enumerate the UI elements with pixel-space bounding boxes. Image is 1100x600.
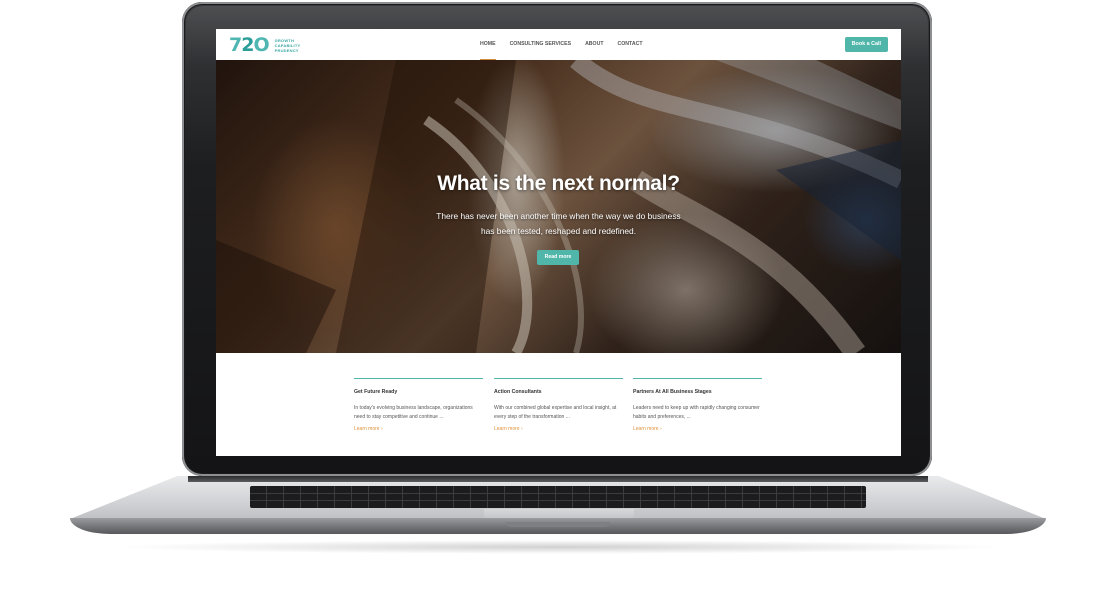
book-a-call-button[interactable]: Book a Call: [844, 37, 888, 52]
laptop-keyboard: [250, 486, 866, 508]
site-logo[interactable]: 72O GROWTH CAPABILITY PRUDENCY: [229, 35, 300, 55]
feature-title: Action Consultants: [494, 389, 542, 395]
hero-overlay: [216, 60, 901, 353]
learn-more-link[interactable]: Learn more ›: [354, 426, 483, 432]
nav-item-consulting-services[interactable]: CONSULTING SERVICES: [510, 29, 572, 60]
features-section: Get Future Ready In today's evolving bus…: [216, 353, 901, 456]
feature-divider: [354, 378, 483, 379]
logo-tagline: GROWTH CAPABILITY PRUDENCY: [275, 38, 301, 53]
read-more-button[interactable]: Read more: [537, 250, 579, 265]
feature-card: Action Consultants With our combined glo…: [494, 378, 623, 432]
hero-section: What is the next normal? There has never…: [216, 60, 901, 353]
site-header: 72O GROWTH CAPABILITY PRUDENCY HOME CONS…: [216, 29, 901, 60]
hero-title: What is the next normal?: [437, 172, 680, 195]
laptop-screen: 72O GROWTH CAPABILITY PRUDENCY HOME CONS…: [216, 29, 901, 456]
nav-item-home[interactable]: HOME: [480, 29, 496, 60]
feature-card: Get Future Ready In today's evolving bus…: [354, 378, 483, 432]
nav-item-about[interactable]: ABOUT: [585, 29, 603, 60]
laptop-shadow: [110, 540, 1010, 554]
feature-divider: [494, 378, 623, 379]
feature-title: Partners At All Business Stages: [633, 389, 712, 395]
hero-subtitle-line-2: has been tested, reshaped and redefined.: [480, 226, 637, 236]
learn-more-link[interactable]: Learn more ›: [494, 426, 623, 432]
logo-mark: 72O: [229, 34, 270, 56]
laptop-base: [70, 476, 1046, 540]
hero-subtitle-line-1: There has never been another time when t…: [436, 211, 681, 221]
feature-text: In today's evolving business landscape, …: [354, 405, 473, 420]
learn-more-link[interactable]: Learn more ›: [633, 426, 762, 432]
laptop-lid-notch: [506, 522, 610, 527]
main-nav: HOME CONSULTING SERVICES ABOUT CONTACT: [480, 29, 657, 60]
feature-divider: [633, 378, 762, 379]
feature-title: Get Future Ready: [354, 389, 398, 395]
feature-card: Partners At All Business Stages Leaders …: [633, 378, 762, 432]
logo-line-prudency: PRUDENCY: [274, 47, 299, 53]
feature-text: Leaders need to keep up with rapidly cha…: [633, 405, 760, 420]
nav-item-contact[interactable]: CONTACT: [618, 29, 643, 60]
hero-subtitle: There has never been another time when t…: [416, 209, 701, 239]
feature-text: With our combined global expertise and l…: [494, 405, 617, 420]
laptop-hinge: [188, 476, 928, 482]
